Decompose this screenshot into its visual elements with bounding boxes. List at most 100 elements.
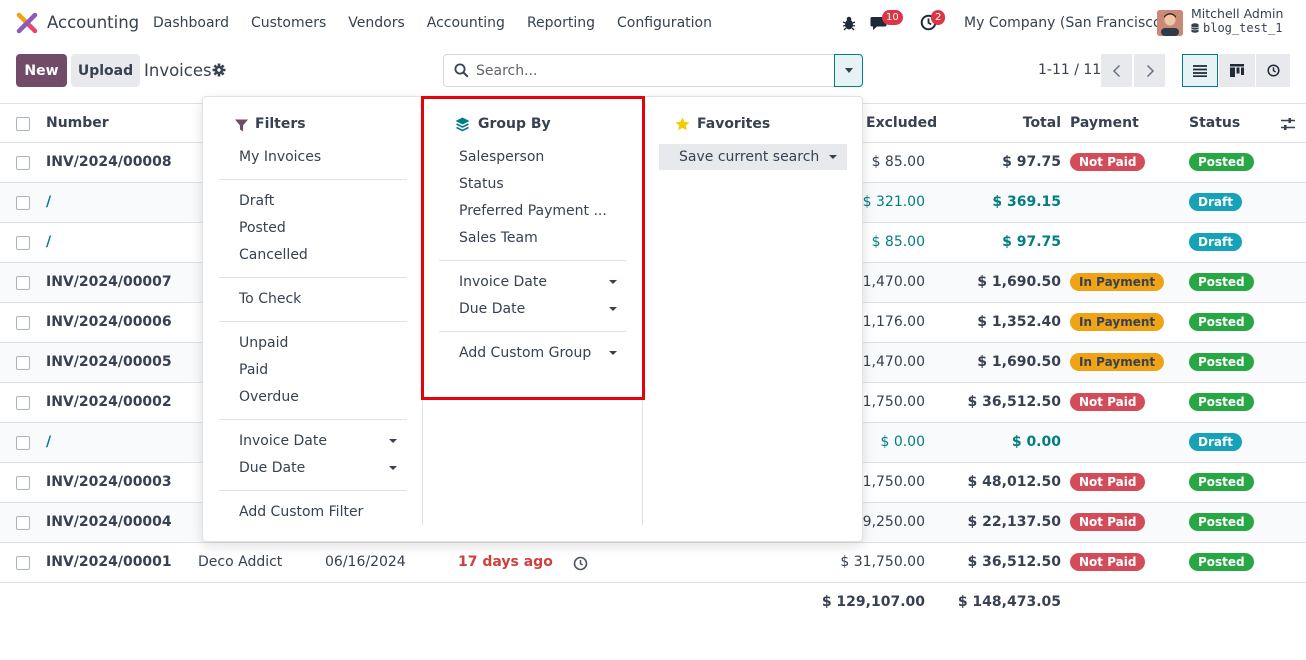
pager-next-button[interactable] bbox=[1134, 54, 1165, 87]
payment-status-badge: In Payment bbox=[1070, 353, 1165, 371]
optional-columns-icon[interactable] bbox=[1281, 117, 1295, 131]
accounting-app-icon[interactable] bbox=[16, 12, 38, 34]
payment-status-badge: Not Paid bbox=[1070, 513, 1146, 531]
filters-title: Filters bbox=[255, 116, 306, 132]
filter-due-date[interactable]: Due Date bbox=[239, 460, 305, 476]
row-checkbox[interactable] bbox=[16, 236, 30, 250]
amount-total: $ 1,690.50 bbox=[977, 274, 1061, 290]
menu-customers[interactable]: Customers bbox=[251, 15, 326, 31]
company-switcher[interactable]: My Company (San Francisco) bbox=[964, 15, 1167, 31]
list-view-button[interactable] bbox=[1182, 54, 1218, 87]
status-badge: Posted bbox=[1189, 393, 1254, 411]
header-payment[interactable]: Payment bbox=[1070, 115, 1139, 131]
caret-down-icon[interactable] bbox=[389, 466, 397, 470]
filter-draft[interactable]: Draft bbox=[239, 193, 274, 209]
page-title: Invoices bbox=[144, 61, 212, 80]
user-avatar[interactable] bbox=[1157, 10, 1183, 36]
status-badge: Posted bbox=[1189, 153, 1254, 171]
star-icon bbox=[675, 117, 690, 131]
filter-icon bbox=[235, 119, 248, 132]
filter-cancelled[interactable]: Cancelled bbox=[239, 247, 308, 263]
activity-clock-icon[interactable] bbox=[573, 556, 588, 571]
select-all-checkbox[interactable] bbox=[16, 117, 30, 131]
invoice-date: 06/16/2024 bbox=[325, 554, 406, 570]
database-name: blog_test_1 bbox=[1191, 21, 1282, 35]
status-badge: Posted bbox=[1189, 553, 1254, 571]
invoice-number: INV/2024/00008 bbox=[46, 154, 172, 170]
filter-to-check[interactable]: To Check bbox=[239, 291, 301, 307]
chevron-right-icon bbox=[1146, 64, 1154, 77]
amount-total: $ 97.75 bbox=[1002, 234, 1061, 250]
pager-value[interactable]: 1-11 / 11 bbox=[1038, 62, 1101, 78]
user-name[interactable]: Mitchell Admin bbox=[1191, 6, 1283, 21]
payment-status-badge: Not Paid bbox=[1070, 473, 1146, 491]
invoice-number: / bbox=[46, 234, 52, 250]
payment-status-badge: Not Paid bbox=[1070, 153, 1146, 171]
footer-excluded-total: $ 129,107.00 bbox=[821, 594, 925, 610]
status-badge: Draft bbox=[1189, 433, 1242, 451]
menu-dashboard[interactable]: Dashboard bbox=[153, 15, 229, 31]
status-badge: Draft bbox=[1189, 193, 1242, 211]
invoice-number: INV/2024/00001 bbox=[46, 554, 172, 570]
amount-total: $ 1,352.40 bbox=[977, 314, 1061, 330]
caret-down-icon[interactable] bbox=[389, 439, 397, 443]
amount-total: $ 48,012.50 bbox=[967, 474, 1061, 490]
menu-reporting[interactable]: Reporting bbox=[527, 15, 595, 31]
filter-posted[interactable]: Posted bbox=[239, 220, 286, 236]
activity-view-button[interactable] bbox=[1256, 54, 1290, 87]
filter-invoice-date[interactable]: Invoice Date bbox=[239, 433, 327, 449]
menu-vendors[interactable]: Vendors bbox=[348, 15, 404, 31]
header-excluded[interactable]: Excluded bbox=[866, 115, 937, 131]
filter-overdue[interactable]: Overdue bbox=[239, 389, 299, 405]
invoice-number: / bbox=[46, 194, 52, 210]
search-input[interactable] bbox=[476, 59, 826, 82]
add-custom-filter[interactable]: Add Custom Filter bbox=[239, 504, 363, 520]
invoice-number: INV/2024/00004 bbox=[46, 514, 172, 530]
separator bbox=[219, 179, 407, 180]
invoice-number: INV/2024/00003 bbox=[46, 474, 172, 490]
filter-paid[interactable]: Paid bbox=[239, 362, 268, 378]
invoice-number: INV/2024/00006 bbox=[46, 314, 172, 330]
table-row[interactable]: INV/2024/00001 Deco Addict 06/16/2024 17 da… bbox=[0, 543, 1306, 583]
kanban-view-button[interactable] bbox=[1219, 54, 1255, 87]
app-name[interactable]: Accounting bbox=[47, 13, 139, 32]
row-checkbox[interactable] bbox=[16, 356, 30, 370]
main-menu: Dashboard Customers Vendors Accounting R… bbox=[153, 15, 734, 31]
favorites-title: Favorites bbox=[697, 116, 771, 132]
new-button[interactable]: New bbox=[16, 54, 67, 87]
amount-excluded: $ 31,750.00 bbox=[840, 554, 925, 570]
table-footer: $ 129,107.00 $ 148,473.05 bbox=[0, 583, 1306, 623]
row-checkbox[interactable] bbox=[16, 196, 30, 210]
pager-previous-button[interactable] bbox=[1101, 54, 1132, 87]
row-checkbox[interactable] bbox=[16, 476, 30, 490]
debug-bug-icon[interactable] bbox=[842, 15, 856, 31]
header-total[interactable]: Total bbox=[1000, 115, 1061, 131]
filter-unpaid[interactable]: Unpaid bbox=[239, 335, 288, 351]
save-current-search[interactable]: Save current search bbox=[659, 144, 847, 170]
row-checkbox[interactable] bbox=[16, 156, 30, 170]
separator bbox=[219, 277, 407, 278]
top-navbar: Accounting Dashboard Customers Vendors A… bbox=[0, 0, 1306, 46]
payment-status-badge: In Payment bbox=[1070, 273, 1165, 291]
row-checkbox[interactable] bbox=[16, 316, 30, 330]
gear-icon[interactable] bbox=[212, 63, 226, 77]
row-checkbox[interactable] bbox=[16, 516, 30, 530]
row-checkbox[interactable] bbox=[16, 396, 30, 410]
clock-icon bbox=[1266, 64, 1280, 77]
header-number[interactable]: Number bbox=[46, 115, 109, 131]
row-checkbox[interactable] bbox=[16, 436, 30, 450]
menu-configuration[interactable]: Configuration bbox=[617, 15, 712, 31]
separator bbox=[219, 321, 407, 322]
search-options-toggle[interactable] bbox=[834, 54, 863, 87]
menu-accounting[interactable]: Accounting bbox=[427, 15, 505, 31]
filter-my-invoices[interactable]: My Invoices bbox=[239, 149, 321, 165]
header-status[interactable]: Status bbox=[1189, 115, 1240, 131]
database-icon bbox=[1191, 23, 1199, 33]
upload-button[interactable]: Upload bbox=[71, 54, 140, 87]
invoice-number: INV/2024/00002 bbox=[46, 394, 172, 410]
amount-total: $ 369.15 bbox=[992, 194, 1061, 210]
row-checkbox[interactable] bbox=[16, 276, 30, 290]
row-checkbox[interactable] bbox=[16, 556, 30, 570]
search-box bbox=[443, 54, 835, 87]
status-badge: Posted bbox=[1189, 513, 1254, 531]
